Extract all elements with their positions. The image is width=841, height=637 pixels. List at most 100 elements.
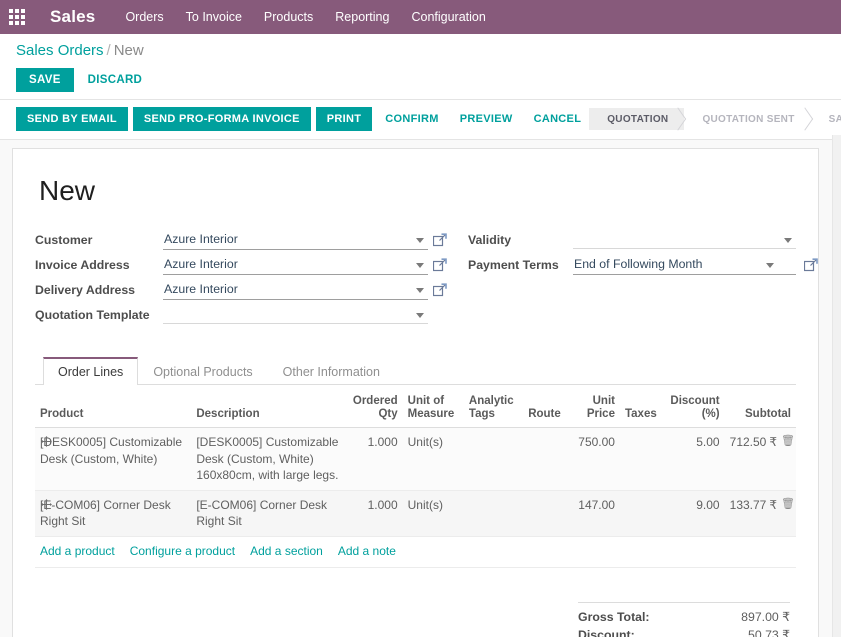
navbar-item-orders[interactable]: Orders (125, 10, 163, 24)
chevron-down-icon[interactable] (416, 313, 424, 318)
drag-move-icon[interactable] (41, 498, 52, 510)
confirm-button[interactable]: CONFIRM (377, 107, 446, 131)
add-line-row: Add a product Configure a product Add a … (35, 536, 796, 568)
col-ordered-qty: Ordered Qty (345, 385, 403, 429)
send-by-email-button[interactable]: SEND BY EMAIL (16, 107, 128, 131)
currency-symbol: ₹ (769, 435, 777, 450)
col-taxes: Taxes (619, 385, 666, 429)
totals-block: Gross Total: 897.00 ₹ Discount: 50.73 ₹ … (578, 601, 790, 637)
save-button[interactable]: SAVE (16, 68, 74, 92)
quotation-template-field[interactable] (163, 304, 428, 324)
cell-route[interactable] (523, 490, 573, 538)
label-validity: Validity (468, 233, 512, 247)
table-header-row: Product Description Ordered Qty Unit of … (35, 385, 796, 429)
navbar-item-reporting[interactable]: Reporting (335, 10, 389, 24)
cell-analytic-tags[interactable] (463, 427, 524, 491)
cell-discount[interactable]: 5.00 (665, 427, 725, 491)
drag-move-icon[interactable] (41, 435, 52, 448)
cell-ordered-qty[interactable]: 1.000 (345, 490, 403, 538)
add-a-section-link[interactable]: Add a section (250, 543, 323, 559)
col-analytic-tags: Analytic Tags (463, 385, 524, 429)
tab-order-lines[interactable]: Order Lines (43, 357, 139, 385)
col-description: Description (191, 385, 346, 429)
table-row[interactable]: [E-COM06] Corner Desk Right Sit [E-COM06… (35, 490, 796, 538)
notebook-tabs: Order Lines Optional Products Other Info… (35, 356, 796, 385)
chevron-down-icon[interactable] (416, 288, 424, 293)
delete-row-icon[interactable]: 🗑 (781, 497, 795, 512)
cell-taxes[interactable] (619, 490, 666, 538)
customer-ext-link-cell (428, 229, 468, 250)
cell-unit-price[interactable]: 750.00 (572, 427, 620, 491)
chevron-down-icon[interactable] (766, 263, 774, 268)
tab-optional-products[interactable]: Optional Products (138, 357, 267, 385)
form-fields-grid: Customer Azure Interior Validity Invoice… (35, 229, 818, 324)
cell-product[interactable]: [E-COM06] Corner Desk Right Sit (35, 490, 192, 538)
invoice-address-ext-link-cell (428, 254, 468, 275)
statusbar-actions: SEND BY EMAIL SEND PRO-FORMA INVOICE PRI… (16, 107, 589, 131)
chevron-down-icon[interactable] (416, 263, 424, 268)
subtotal-value: 712.50 (729, 435, 767, 450)
control-panel-buttons: SAVE DISCARD (16, 68, 825, 92)
product-name: [E-COM06] Corner Desk Right Sit (40, 498, 171, 529)
add-line-cell: Add a product Configure a product Add a … (35, 536, 796, 568)
label-customer: Customer (35, 233, 93, 247)
notebook: Order Lines Optional Products Other Info… (35, 356, 796, 637)
tab-other-information[interactable]: Other Information (268, 357, 395, 385)
apps-grid-icon[interactable] (0, 0, 34, 34)
label-payment-terms: Payment Terms (468, 258, 559, 272)
control-panel: Sales Orders / New SAVE DISCARD (0, 34, 841, 100)
cell-unit-of-measure[interactable]: Unit(s) (402, 490, 464, 538)
external-link-icon[interactable] (804, 258, 818, 272)
preview-button[interactable]: PREVIEW (452, 107, 521, 131)
add-a-product-link[interactable]: Add a product (40, 543, 115, 559)
add-a-note-link[interactable]: Add a note (338, 543, 396, 559)
cell-ordered-qty[interactable]: 1.000 (345, 427, 403, 491)
customer-value: Azure Interior (164, 232, 238, 246)
cell-analytic-tags[interactable] (463, 490, 524, 538)
delivery-address-value: Azure Interior (164, 282, 238, 296)
external-link-icon[interactable] (433, 233, 447, 247)
discard-button[interactable]: DISCARD (86, 68, 145, 92)
cell-product[interactable]: [DESK0005] Customizable Desk (Custom, Wh… (35, 427, 192, 491)
stage-quotation[interactable]: QUOTATION (589, 108, 685, 130)
delivery-address-field[interactable]: Azure Interior (163, 279, 428, 300)
breadcrumb-sales-orders[interactable]: Sales Orders (16, 42, 104, 59)
invoice-address-field[interactable]: Azure Interior (163, 254, 428, 275)
top-navbar: Sales Orders To Invoice Products Reporti… (0, 0, 841, 34)
cell-unit-price[interactable]: 147.00 (572, 490, 620, 538)
cell-description[interactable]: [DESK0005] Customizable Desk (Custom, Wh… (191, 427, 346, 491)
chevron-down-icon[interactable] (784, 238, 792, 243)
payment-terms-field[interactable]: End of Following Month (573, 254, 818, 275)
label-delivery-address: Delivery Address (35, 283, 136, 297)
cancel-button[interactable]: CANCEL (526, 107, 590, 131)
cell-description[interactable]: [E-COM06] Corner Desk Right Sit (191, 490, 346, 538)
external-link-icon[interactable] (433, 258, 447, 272)
currency-symbol: ₹ (769, 498, 777, 512)
delete-row-icon[interactable]: 🗑 (781, 434, 795, 449)
send-proforma-invoice-button[interactable]: SEND PRO-FORMA INVOICE (132, 107, 311, 131)
col-unit-price: Unit Price (572, 385, 620, 429)
cell-discount[interactable]: 9.00 (665, 490, 725, 538)
col-discount: Discount (%) (665, 385, 725, 429)
col-unit-of-measure: Unit of Measure (402, 385, 464, 429)
navbar-item-products[interactable]: Products (264, 10, 313, 24)
customer-field[interactable]: Azure Interior (163, 229, 428, 250)
cell-unit-of-measure[interactable]: Unit(s) (402, 427, 464, 491)
cell-route[interactable] (523, 427, 573, 491)
app-brand-title: Sales (50, 7, 96, 26)
table-row[interactable]: [DESK0005] Customizable Desk (Custom, Wh… (35, 427, 796, 491)
validity-field[interactable] (573, 229, 796, 249)
print-button[interactable]: PRINT (315, 107, 373, 131)
stage-quotation-sent[interactable]: QUOTATION SENT (684, 108, 810, 130)
cell-taxes[interactable] (619, 427, 666, 491)
total-gross-label: Gross Total: (578, 609, 650, 624)
configure-a-product-link[interactable]: Configure a product (130, 543, 235, 559)
navbar-item-to-invoice[interactable]: To Invoice (186, 10, 242, 24)
stage-sales-order[interactable]: SALES ORDER (811, 108, 841, 130)
col-route: Route (523, 385, 573, 429)
vertical-scrollbar[interactable] (832, 135, 841, 637)
navbar-item-configuration[interactable]: Configuration (411, 10, 485, 24)
chevron-down-icon[interactable] (416, 238, 424, 243)
breadcrumb: Sales Orders / New (16, 42, 825, 59)
external-link-icon[interactable] (433, 283, 447, 297)
